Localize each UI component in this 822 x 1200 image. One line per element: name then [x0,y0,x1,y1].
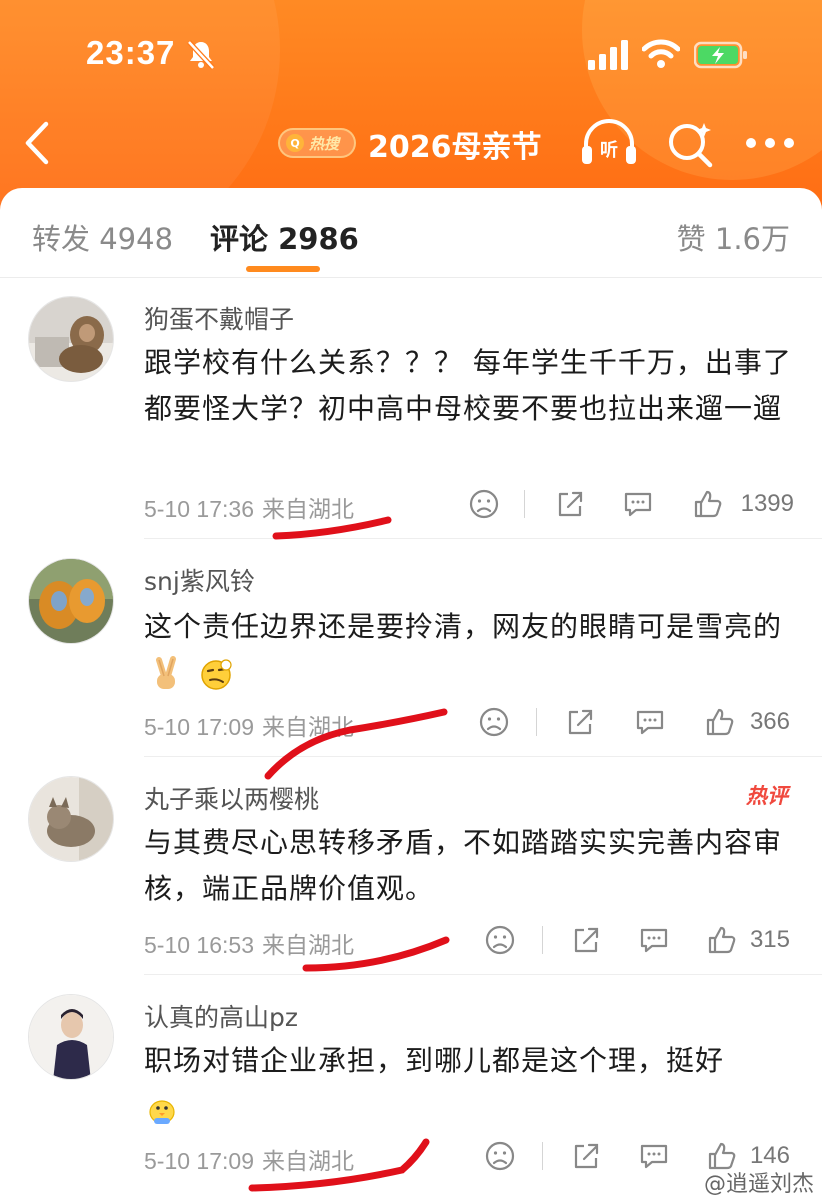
share-icon[interactable] [554,488,586,520]
comment-text: 与其费尽心思转移矛盾，不如踏踏实实完善内容审核，端正品牌价值观。 [144,826,783,905]
dislike-face-icon[interactable] [484,924,516,956]
divider [144,538,822,539]
comment-actions: 366 [478,706,796,742]
listen-headphones-icon[interactable]: 听 [580,118,638,168]
back-arrow-icon[interactable] [22,120,52,166]
comment-location: 来自湖北 [261,497,354,523]
comment-text: 这个责任边界还是要拎清，网友的眼睛可是雪亮的 [144,604,794,696]
svg-text:听: 听 [600,139,618,161]
dislike-face-icon[interactable] [484,1140,516,1172]
chick-emoji-icon [149,1100,175,1124]
share-icon[interactable] [570,1140,602,1172]
comment-location: 来自湖北 [261,715,354,741]
share-icon[interactable] [570,924,602,956]
comment-meta: 5-10 17:09 来自湖北 [144,1142,354,1176]
battery-charging-icon [694,41,747,69]
comment-author[interactable]: snj紫风铃 [144,562,255,598]
comment-text: 跟学校有什么关系？？？ 每年学生千千万，出事了都要怪大学？初中高中母校要不要也拉… [144,346,792,425]
hot-comment-badge: 热评 [746,784,788,808]
thumbs-up-icon[interactable] [692,488,724,520]
more-icon[interactable] [744,136,796,150]
avatar[interactable] [28,994,114,1080]
thumbs-up-icon[interactable] [706,924,738,956]
avatar[interactable] [28,558,114,644]
nav-bar: Q 热搜 2026母亲节 听 [0,100,822,186]
reply-icon[interactable] [638,924,670,956]
hot-search-badge[interactable]: Q 热搜 [278,128,356,158]
tab-comment[interactable]: 评论 2986 [210,216,359,258]
tab-repost[interactable]: 转发 4948 [32,216,173,258]
comment-author[interactable]: 认真的高山pz [144,998,298,1034]
divider [542,1142,543,1170]
comment-meta: 5-10 16:53 来自湖北 [144,926,354,960]
victory-hand-icon [156,656,176,689]
divider [542,926,543,954]
comment-author[interactable]: 丸子乘以两樱桃 [144,780,319,816]
search-small-icon: Q [286,134,304,152]
comment-location: 来自湖北 [261,933,354,959]
like-count: 1399 [740,490,794,517]
reply-icon[interactable] [638,1140,670,1172]
like-count: 315 [749,926,790,953]
share-icon[interactable] [564,706,596,738]
cellular-signal-icon [588,40,628,70]
watermark: @逍遥刘杰 [703,1172,814,1197]
comment-time: 5-10 17:09 [144,714,254,740]
divider [144,756,822,757]
thumbs-up-icon[interactable] [704,706,736,738]
smirk-face-icon [201,659,232,690]
dislike-face-icon[interactable] [478,706,510,738]
status-time: 23:37 [86,34,176,71]
divider [524,490,525,518]
comment-meta: 5-10 17:09 来自湖北 [144,708,354,742]
topic-title[interactable]: 2026母亲节 [368,122,542,166]
comment-location: 来自湖北 [261,1149,354,1175]
divider [144,974,822,975]
comment-text: 职场对错企业承担，到哪儿都是这个理，挺好 [144,1038,794,1130]
tab-bar: 转发 4948 评论 2986 赞 1.6万 [0,188,822,278]
comment-actions: 1399 [464,488,800,524]
tab-active-indicator [246,266,320,272]
reply-icon[interactable] [634,706,666,738]
like-count: 366 [749,708,790,735]
comment-text-content: 职场对错企业承担，到哪儿都是这个理，挺好 [144,1044,725,1077]
comment-time: 5-10 16:53 [144,932,254,958]
comment-time: 5-10 17:36 [144,496,254,522]
reply-icon[interactable] [622,488,654,520]
comment-actions: 315 [484,924,796,960]
comment-author[interactable]: 狗蛋不戴帽子 [144,300,294,336]
dislike-face-icon[interactable] [468,488,500,520]
comment-text-content: 这个责任边界还是要拎清，网友的眼睛可是雪亮的 [144,610,783,643]
tab-like[interactable]: 赞 1.6万 [677,216,790,258]
divider [536,708,537,736]
wifi-icon [642,39,680,68]
comment-time: 5-10 17:09 [144,1148,254,1174]
avatar[interactable] [28,776,114,862]
search-icon[interactable] [666,120,714,168]
bell-off-icon [187,40,215,70]
hot-search-label: 热搜 [309,134,340,153]
avatar[interactable] [28,296,114,382]
comment-meta: 5-10 17:36 来自湖北 [144,490,354,524]
status-bar: 23:37 [0,0,822,100]
